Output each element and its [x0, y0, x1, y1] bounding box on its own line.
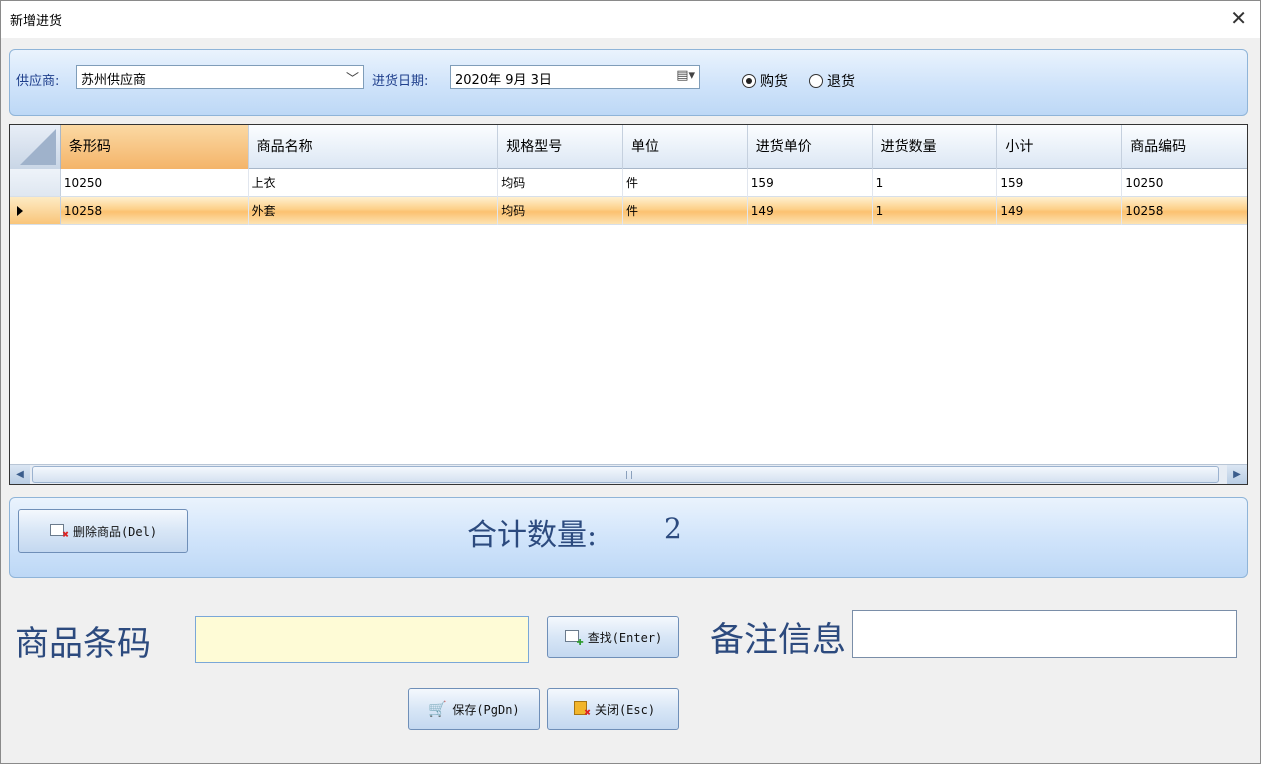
scroll-left-icon[interactable]: ◀ [10, 465, 30, 484]
scroll-right-icon[interactable]: ▶ [1227, 465, 1247, 484]
table-row-selected[interactable]: 10258 外套 均码 件 149 1 149 10258 [10, 197, 1247, 225]
radio-return-indicator[interactable] [809, 74, 823, 88]
column-header[interactable]: 商品名称 [249, 125, 499, 169]
radio-buy-label: 购货 [760, 74, 788, 90]
close-button[interactable]: ✖ 关闭(Esc) [547, 688, 679, 730]
table-cell[interactable]: 10250 [1122, 169, 1247, 197]
purchase-grid[interactable]: 条形码 商品名称 规格型号 单位 进货单价 进货数量 小计 商品编码 10250… [9, 124, 1248, 485]
calendar-dropdown-icon[interactable]: ▤▾ [676, 68, 695, 83]
date-label: 进货日期: [372, 74, 429, 89]
table-cell[interactable]: 件 [623, 197, 748, 225]
find-button[interactable]: ✚ 查找(Enter) [547, 616, 679, 658]
table-cell[interactable]: 均码 [498, 169, 623, 197]
date-value: 2020年 9月 3日 [455, 73, 552, 88]
column-header[interactable]: 规格型号 [498, 125, 623, 169]
table-cell[interactable]: 10258 [1122, 197, 1247, 225]
total-value: 2 [664, 512, 682, 545]
scrollbar-thumb[interactable] [32, 466, 1219, 483]
select-all-corner[interactable] [10, 125, 61, 169]
column-header[interactable]: 条形码 [60, 125, 249, 169]
delete-item-button[interactable]: ✖ 删除商品(Del) [18, 509, 188, 553]
supplier-value: 苏州供应商 [81, 73, 147, 88]
table-row[interactable]: 10250 上衣 均码 件 159 1 159 10250 [10, 169, 1247, 197]
window-title: 新增进货 [10, 14, 63, 29]
column-header[interactable]: 商品编码 [1122, 125, 1247, 169]
row-header[interactable] [10, 169, 61, 196]
find-icon: ✚ [564, 628, 584, 647]
close-button-label: 关闭(Esc) [594, 702, 656, 717]
summary-panel: ✖ 删除商品(Del) 合计数量: 2 [9, 497, 1248, 578]
chevron-down-icon[interactable]: ﹀ [346, 68, 359, 87]
title-bar: 新增进货 ✕ [0, 0, 1261, 38]
radio-return-label: 退货 [827, 74, 855, 90]
supplier-label: 供应商: [16, 74, 60, 89]
total-label: 合计数量: [467, 518, 598, 553]
save-button-label: 保存(PgDn) [452, 702, 520, 717]
table-cell[interactable]: 159 [997, 169, 1123, 197]
horizontal-scrollbar[interactable]: ◀ ▶ [10, 464, 1247, 484]
radio-return[interactable]: 退货 [809, 71, 855, 91]
save-button[interactable]: 🛒 保存(PgDn) [408, 688, 540, 730]
table-cell[interactable]: 159 [748, 169, 873, 197]
delete-item-label: 删除商品(Del) [72, 524, 158, 539]
table-cell[interactable]: 外套 [249, 197, 499, 225]
delete-icon: ✖ [49, 522, 69, 540]
supplier-panel: 供应商: 苏州供应商 ﹀ 进货日期: 2020年 9月 3日 ▤▾ 购货 退货 [9, 49, 1248, 116]
column-header[interactable]: 单位 [623, 125, 748, 169]
remark-input[interactable] [852, 610, 1237, 658]
current-row-arrow-icon [17, 206, 23, 216]
radio-buy-indicator[interactable] [742, 74, 756, 88]
date-picker[interactable]: 2020年 9月 3日 ▤▾ [450, 65, 700, 89]
table-cell[interactable]: 149 [997, 197, 1123, 225]
barcode-input[interactable] [195, 616, 529, 663]
table-cell[interactable]: 149 [748, 197, 873, 225]
barcode-label: 商品条码 [15, 624, 151, 664]
remark-label: 备注信息 [710, 620, 846, 660]
grid-header: 条形码 商品名称 规格型号 单位 进货单价 进货数量 小计 商品编码 [10, 125, 1247, 169]
table-cell[interactable]: 1 [873, 197, 998, 225]
table-cell[interactable]: 1 [873, 169, 998, 197]
column-header[interactable]: 进货单价 [748, 125, 873, 169]
table-cell[interactable]: 均码 [498, 197, 623, 225]
find-button-label: 查找(Enter) [587, 630, 663, 645]
close-icon[interactable]: ✕ [1230, 6, 1247, 30]
exit-icon: ✖ [571, 700, 591, 718]
supplier-combobox[interactable]: 苏州供应商 ﹀ [76, 65, 364, 89]
table-cell[interactable]: 上衣 [249, 169, 499, 197]
row-header[interactable] [10, 197, 61, 224]
column-header[interactable]: 小计 [997, 125, 1123, 169]
radio-buy[interactable]: 购货 [742, 71, 788, 91]
cart-icon: 🛒 [428, 700, 447, 718]
column-header[interactable]: 进货数量 [873, 125, 998, 169]
table-cell[interactable]: 件 [623, 169, 748, 197]
grip-icon [625, 471, 632, 479]
table-cell[interactable]: 10250 [61, 169, 249, 197]
table-cell[interactable]: 10258 [61, 197, 249, 225]
